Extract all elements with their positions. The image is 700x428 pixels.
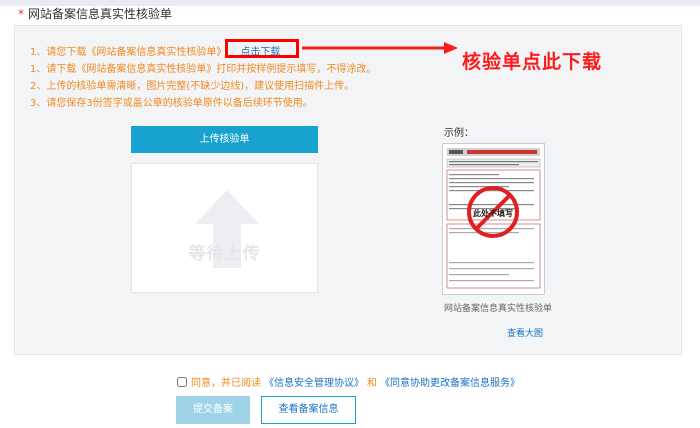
sample-stamp-text: 此处不填写: [473, 208, 513, 218]
sample-form-thumbnail[interactable]: 此处不填写: [442, 143, 545, 295]
annotation-arrow-icon: [302, 42, 458, 54]
agreement-text: 同意，并已阅读: [191, 378, 261, 389]
step-print: 1、请下载《网站备案信息真实性核验单》打印并按样例提示填写，不得涂改。: [30, 64, 377, 75]
change-service-link[interactable]: 《同意协助更改备案信息服务》: [380, 378, 520, 389]
section-title: * 网站备案信息真实性核验单: [18, 5, 172, 22]
agreement-row: 同意，并已阅读 《信息安全管理协议》和《同意协助更改备案信息服务》: [177, 374, 523, 389]
step-keep-copies: 3、请您保存3份签字或盖公章的核验单原件以备后续环节使用。: [30, 98, 313, 109]
page: * 网站备案信息真实性核验单 1、请您下载《网站备案信息真实性核验单》 点击下载 1…: [0, 0, 700, 428]
view-large-link[interactable]: 查看大图: [507, 326, 543, 339]
required-star: *: [18, 7, 24, 21]
step-upload-note: 2、上传的核验单需清晰，图片完整(不缺少边线)，建议使用扫描件上传。: [30, 81, 355, 92]
download-highlight-box: [225, 39, 299, 58]
upload-preview-area: 等待上传: [131, 163, 318, 293]
agreement-and: 和: [367, 378, 377, 389]
agreement-checkbox[interactable]: [177, 377, 187, 387]
section-title-text: 网站备案信息真实性核验单: [28, 7, 173, 21]
upload-button[interactable]: 上传核验单: [131, 126, 318, 153]
security-agreement-link[interactable]: 《信息安全管理协议》: [264, 378, 364, 389]
example-label: 示例：: [444, 128, 474, 139]
upload-waiting-text: 等待上传: [188, 244, 261, 264]
sample-form-image: 此处不填写: [446, 148, 541, 289]
step-download-text: 1、请您下载《网站备案信息真实性核验单》: [30, 47, 227, 58]
annotation-callout: 核验单点此下载: [462, 51, 603, 73]
sample-caption: 网站备案信息真实性核验单: [444, 304, 553, 314]
submit-filing-button[interactable]: 提交备案: [176, 396, 250, 424]
view-filing-button[interactable]: 查看备案信息: [261, 396, 356, 424]
